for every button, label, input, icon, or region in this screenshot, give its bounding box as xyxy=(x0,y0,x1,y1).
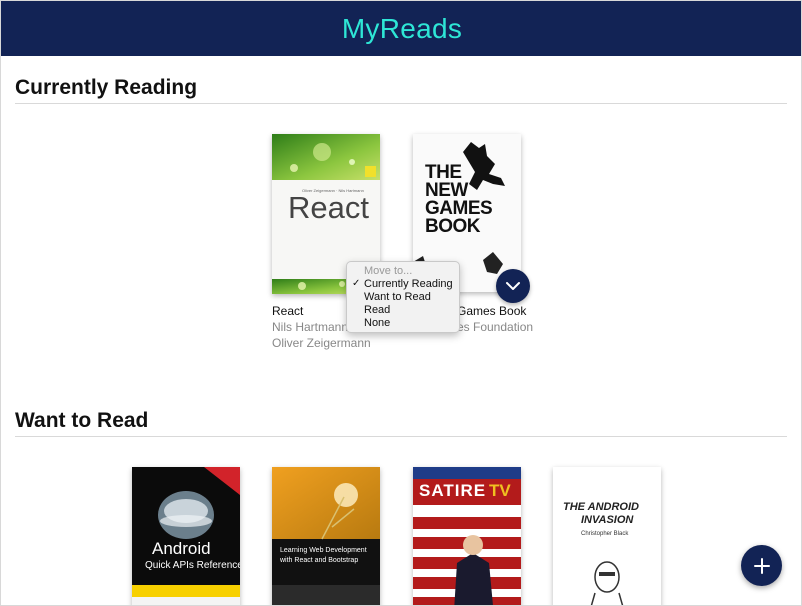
chevron-down-icon xyxy=(506,282,520,290)
book-cover-android[interactable]: Android Quick APIs Reference xyxy=(132,467,240,605)
book-cover-satire-tv[interactable]: SATIRE TV xyxy=(413,467,521,605)
shelf-divider xyxy=(15,436,787,437)
android-invasion-cover-title-line2: INVASION xyxy=(581,514,634,526)
satire-tv-cover-title: SATIRE xyxy=(419,481,487,500)
learning-web-dev-cover-art xyxy=(272,467,380,605)
book-title: React xyxy=(272,304,304,318)
shelf-title-want-to-read: Want to Read xyxy=(15,409,149,432)
checkmark-icon: ✓ xyxy=(352,278,361,289)
book-author: Oliver Zeigermann xyxy=(272,336,371,350)
add-book-button[interactable] xyxy=(741,545,782,586)
shelf-divider xyxy=(15,103,787,104)
android-cover-subtitle: Quick APIs Reference xyxy=(145,560,240,571)
book-title: Games Book xyxy=(457,304,527,318)
shelf-title-currently-reading: Currently Reading xyxy=(15,76,198,99)
menu-item-currently-reading[interactable]: Currently Reading xyxy=(364,278,453,290)
book-cover-learning-web-dev[interactable]: Learning Web Development with React and … xyxy=(272,467,380,605)
android-cover-art xyxy=(132,467,240,605)
android-cover-title: Android xyxy=(152,539,211,558)
menu-item-read[interactable]: Read xyxy=(364,304,390,316)
app-header: MyReads xyxy=(1,1,801,56)
plus-icon xyxy=(753,557,770,574)
app-title: MyReads xyxy=(341,12,463,44)
book-cover-android-invasion[interactable]: THE ANDROID INVASION Christopher Black xyxy=(553,467,661,605)
new-games-cover-line: BOOK xyxy=(425,216,481,237)
react-cover-title: React xyxy=(288,190,369,225)
learning-web-dev-cover-title: Learning Web Development xyxy=(280,547,367,554)
book-author: Nils Hartmann xyxy=(272,320,349,334)
book-author: es Foundation xyxy=(457,320,534,334)
move-to-menu: Move to... ✓ Currently Reading Want to R… xyxy=(346,261,460,333)
app-window: MyReads Currently Reading Oliver Zeigerm… xyxy=(0,0,802,606)
learning-web-dev-cover-subtitle: with React and Bootstrap xyxy=(280,557,359,564)
satire-tv-cover-tag: TV xyxy=(489,481,511,500)
android-invasion-cover-author: Christopher Black xyxy=(581,531,629,537)
menu-item-none[interactable]: None xyxy=(364,317,390,329)
menu-heading: Move to... xyxy=(364,265,413,277)
android-invasion-cover-title: THE ANDROID xyxy=(563,501,639,513)
menu-item-want-to-read[interactable]: Want to Read xyxy=(364,291,431,303)
shelf-changer-button[interactable] xyxy=(496,269,530,303)
